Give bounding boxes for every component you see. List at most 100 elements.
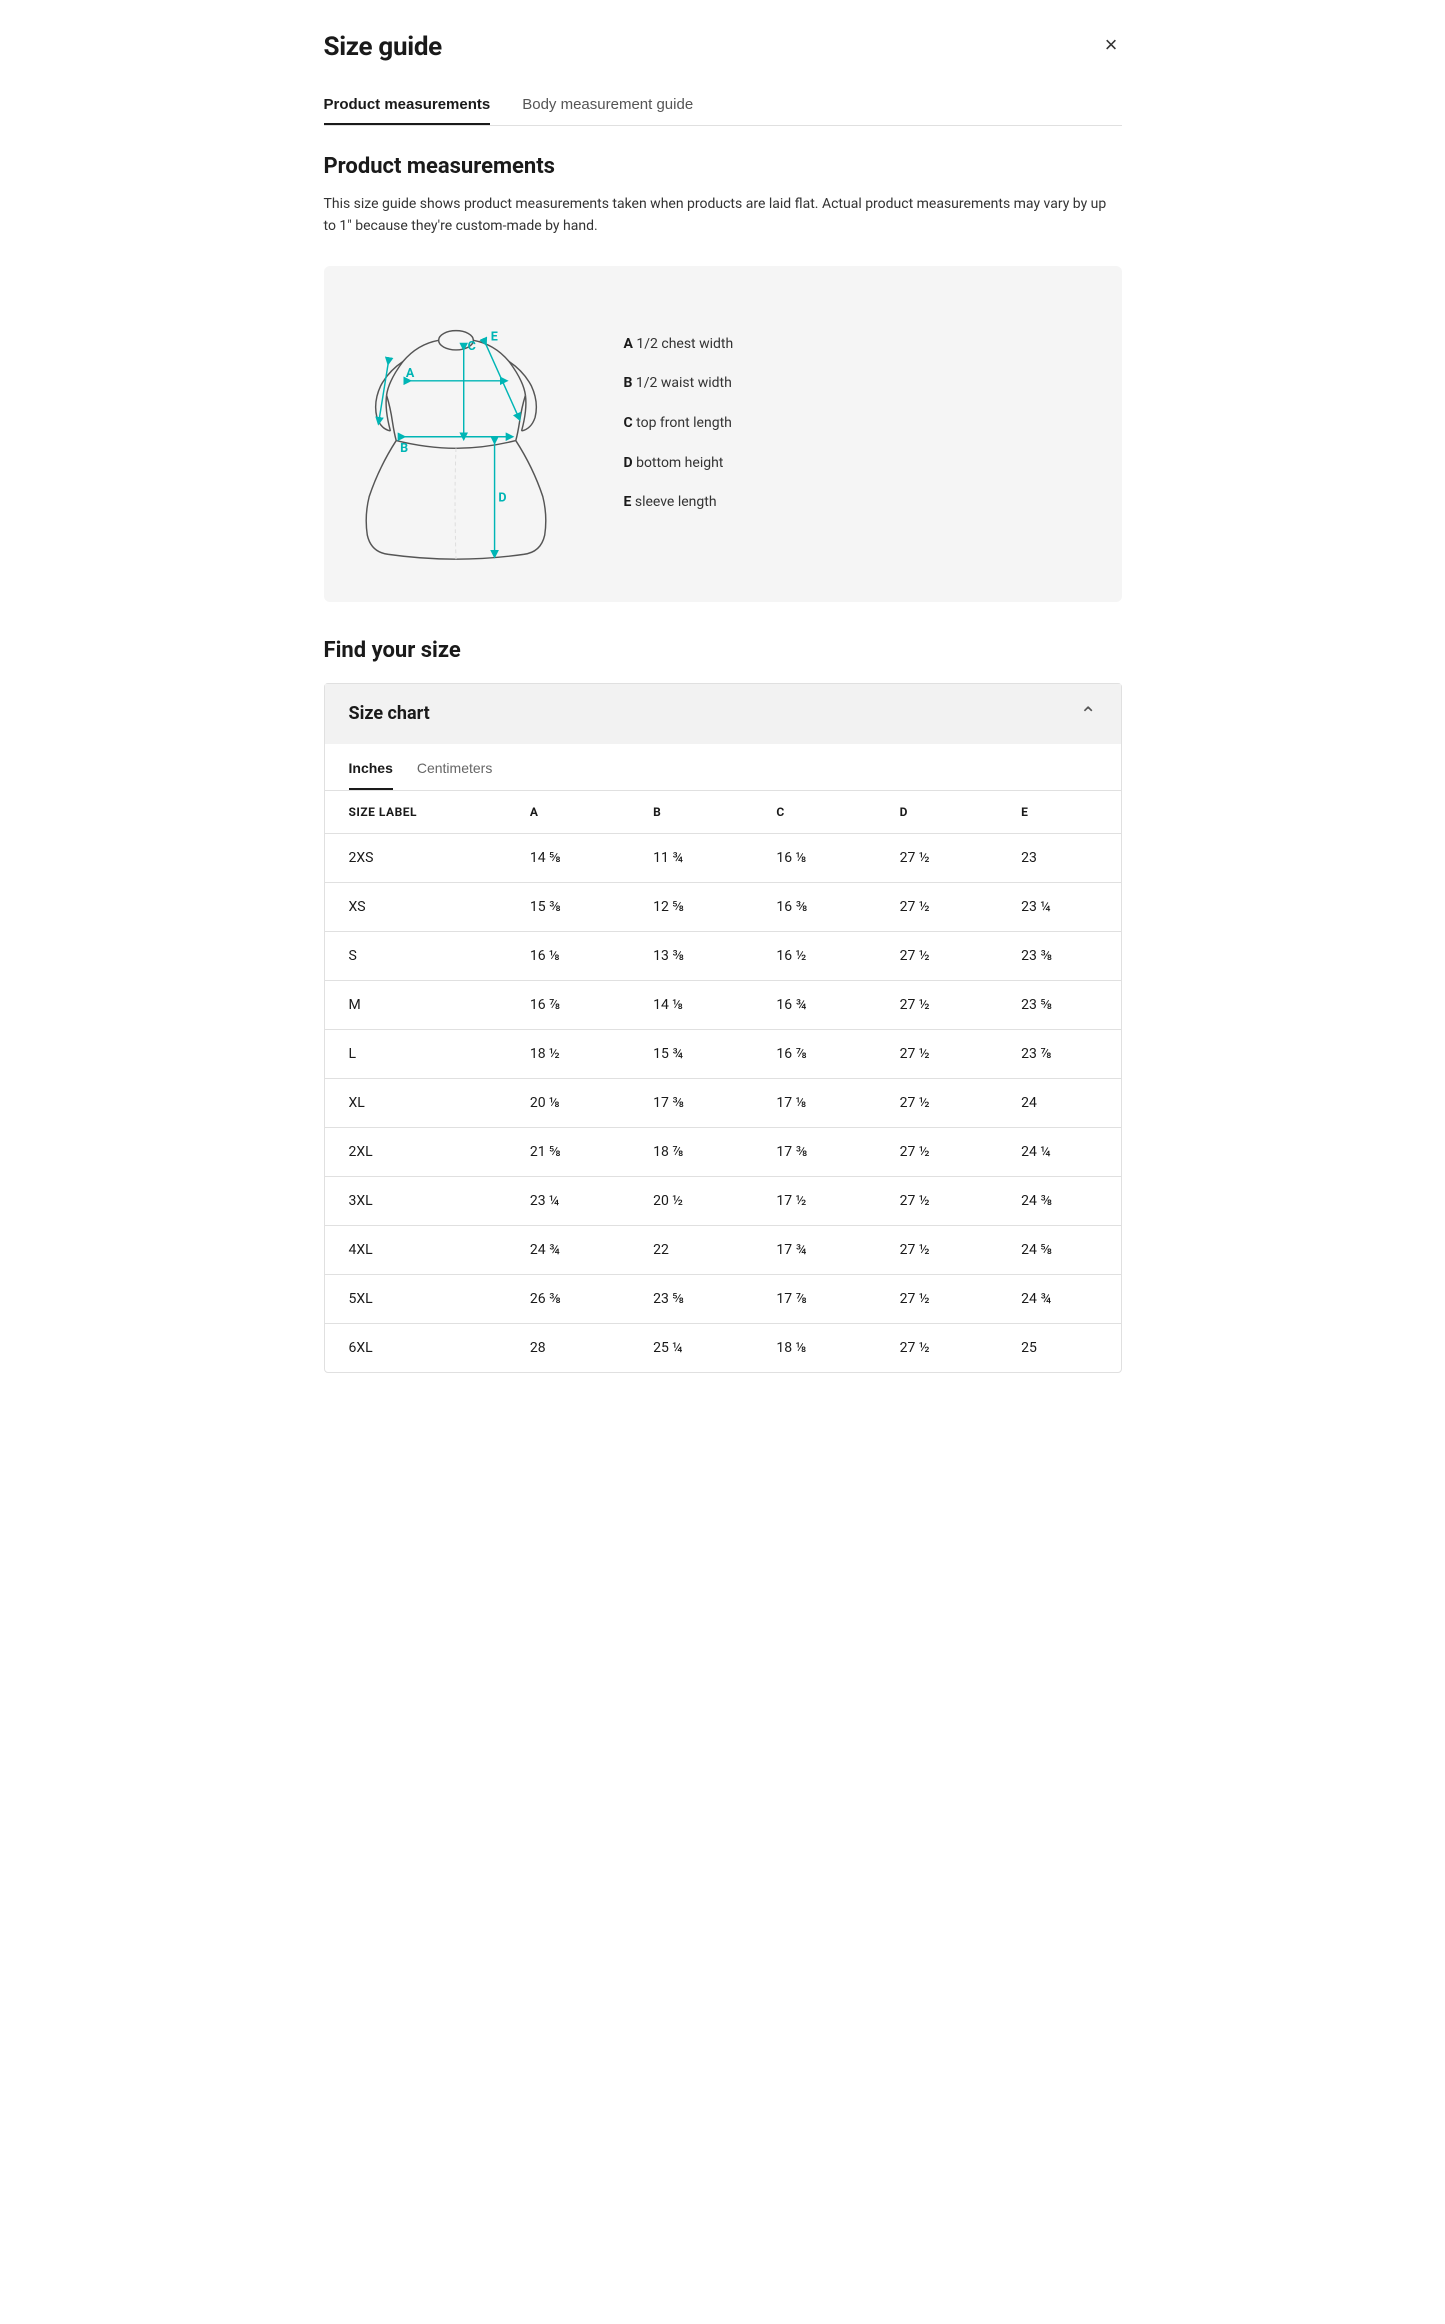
table-cell-d: 27 ½ <box>876 1127 998 1176</box>
table-cell-e: 23 ¼ <box>997 882 1120 931</box>
table-cell-size: 2XS <box>325 833 506 882</box>
table-cell-size: 2XL <box>325 1127 506 1176</box>
table-cell-b: 17 ⅜ <box>629 1078 752 1127</box>
table-cell-a: 15 ⅜ <box>506 882 629 931</box>
table-row: 4XL24 ¾2217 ¾27 ½24 ⅝ <box>325 1225 1121 1274</box>
size-table: SIZE LABEL A B C D E 2XS14 ⅝11 ¾16 ⅛27 ½… <box>325 791 1121 1372</box>
table-cell-a: 20 ⅛ <box>506 1078 629 1127</box>
table-row: 6XL2825 ¼18 ⅛27 ½25 <box>325 1323 1121 1372</box>
table-cell-size: XL <box>325 1078 506 1127</box>
table-cell-d: 27 ½ <box>876 1225 998 1274</box>
table-cell-e: 25 <box>997 1323 1120 1372</box>
letter-b: B <box>624 375 633 391</box>
table-cell-c: 16 ⅛ <box>752 833 875 882</box>
tab-product-measurements[interactable]: Product measurements <box>324 86 491 125</box>
measurement-item-a: A 1/2 chest width <box>624 335 1090 355</box>
table-cell-c: 16 ⅞ <box>752 1029 875 1078</box>
col-header-size: SIZE LABEL <box>325 791 506 834</box>
table-row: XS15 ⅜12 ⅝16 ⅜27 ½23 ¼ <box>325 882 1121 931</box>
table-row: 5XL26 ⅜23 ⅝17 ⅞27 ½24 ¾ <box>325 1274 1121 1323</box>
table-cell-size: XS <box>325 882 506 931</box>
table-header-row: SIZE LABEL A B C D E <box>325 791 1121 834</box>
table-cell-b: 14 ⅛ <box>629 980 752 1029</box>
measurement-item-e: E sleeve length <box>624 493 1090 513</box>
table-cell-e: 23 <box>997 833 1120 882</box>
col-header-d: D <box>876 791 998 834</box>
table-cell-d: 27 ½ <box>876 1078 998 1127</box>
table-cell-e: 24 <box>997 1078 1120 1127</box>
table-cell-size: 6XL <box>325 1323 506 1372</box>
table-cell-c: 16 ¾ <box>752 980 875 1029</box>
measurement-item-c: C top front length <box>624 414 1090 434</box>
unit-tab-inches[interactable]: Inches <box>349 748 393 790</box>
tab-body-measurement-guide[interactable]: Body measurement guide <box>522 86 693 125</box>
letter-c: C <box>624 415 633 431</box>
table-cell-a: 18 ½ <box>506 1029 629 1078</box>
find-size-title: Find your size <box>324 638 1122 663</box>
col-header-b: B <box>629 791 752 834</box>
table-cell-a: 16 ⅛ <box>506 931 629 980</box>
col-header-c: C <box>752 791 875 834</box>
table-cell-c: 16 ⅜ <box>752 882 875 931</box>
product-measurements-description: This size guide shows product measuremen… <box>324 193 1122 238</box>
table-cell-c: 18 ⅛ <box>752 1323 875 1372</box>
table-row: 3XL23 ¼20 ½17 ½27 ½24 ⅜ <box>325 1176 1121 1225</box>
measurement-labels: A 1/2 chest width B 1/2 waist width C to… <box>624 335 1090 533</box>
table-cell-c: 17 ⅞ <box>752 1274 875 1323</box>
table-cell-b: 11 ¾ <box>629 833 752 882</box>
unit-tab-bar: Inches Centimeters <box>325 748 1121 791</box>
letter-d: D <box>624 455 633 471</box>
table-cell-e: 24 ¾ <box>997 1274 1120 1323</box>
tab-bar: Product measurements Body measurement gu… <box>324 86 1122 126</box>
col-header-e: E <box>997 791 1120 834</box>
table-cell-d: 27 ½ <box>876 1323 998 1372</box>
table-cell-a: 23 ¼ <box>506 1176 629 1225</box>
size-chart-header[interactable]: Size chart ⌃ <box>325 684 1121 744</box>
letter-e: E <box>624 494 632 510</box>
table-cell-d: 27 ½ <box>876 882 998 931</box>
table-cell-c: 17 ½ <box>752 1176 875 1225</box>
modal-title: Size guide <box>324 32 442 62</box>
size-guide-modal: Size guide × Product measurements Body m… <box>288 0 1158 1413</box>
close-button[interactable]: × <box>1101 32 1122 58</box>
product-measurements-section: Product measurements This size guide sho… <box>324 154 1122 1373</box>
table-cell-a: 14 ⅝ <box>506 833 629 882</box>
table-cell-c: 17 ⅛ <box>752 1078 875 1127</box>
table-cell-size: L <box>325 1029 506 1078</box>
table-row: S16 ⅛13 ⅜16 ½27 ½23 ⅜ <box>325 931 1121 980</box>
table-cell-c: 16 ½ <box>752 931 875 980</box>
table-cell-b: 25 ¼ <box>629 1323 752 1372</box>
table-cell-b: 12 ⅝ <box>629 882 752 931</box>
table-cell-size: 5XL <box>325 1274 506 1323</box>
table-cell-size: 4XL <box>325 1225 506 1274</box>
svg-text:B: B <box>400 441 408 456</box>
table-cell-size: M <box>325 980 506 1029</box>
size-chart-container: Size chart ⌃ Inches Centimeters SIZE LAB… <box>324 683 1122 1373</box>
product-measurements-title: Product measurements <box>324 154 1122 179</box>
chevron-up-icon: ⌃ <box>1080 702 1097 726</box>
table-cell-d: 27 ½ <box>876 1176 998 1225</box>
measurement-diagram: A B C D E <box>324 266 1122 602</box>
table-row: L18 ½15 ¾16 ⅞27 ½23 ⅞ <box>325 1029 1121 1078</box>
table-cell-d: 27 ½ <box>876 1274 998 1323</box>
size-table-body: 2XS14 ⅝11 ¾16 ⅛27 ½23XS15 ⅜12 ⅝16 ⅜27 ½2… <box>325 833 1121 1372</box>
table-cell-b: 18 ⅞ <box>629 1127 752 1176</box>
dress-illustration: A B C D E <box>356 294 576 574</box>
svg-text:C: C <box>467 339 475 354</box>
table-row: XL20 ⅛17 ⅜17 ⅛27 ½24 <box>325 1078 1121 1127</box>
table-cell-b: 23 ⅝ <box>629 1274 752 1323</box>
unit-tab-centimeters[interactable]: Centimeters <box>417 748 492 790</box>
table-cell-a: 21 ⅝ <box>506 1127 629 1176</box>
table-cell-b: 20 ½ <box>629 1176 752 1225</box>
dress-svg: A B C D E <box>356 294 556 564</box>
table-cell-size: S <box>325 931 506 980</box>
table-cell-a: 26 ⅜ <box>506 1274 629 1323</box>
table-cell-d: 27 ½ <box>876 931 998 980</box>
table-cell-c: 17 ¾ <box>752 1225 875 1274</box>
table-cell-e: 24 ⅜ <box>997 1176 1120 1225</box>
table-cell-e: 24 ⅝ <box>997 1225 1120 1274</box>
table-cell-size: 3XL <box>325 1176 506 1225</box>
table-cell-a: 28 <box>506 1323 629 1372</box>
table-cell-e: 23 ⅝ <box>997 980 1120 1029</box>
size-chart-header-title: Size chart <box>349 703 430 724</box>
